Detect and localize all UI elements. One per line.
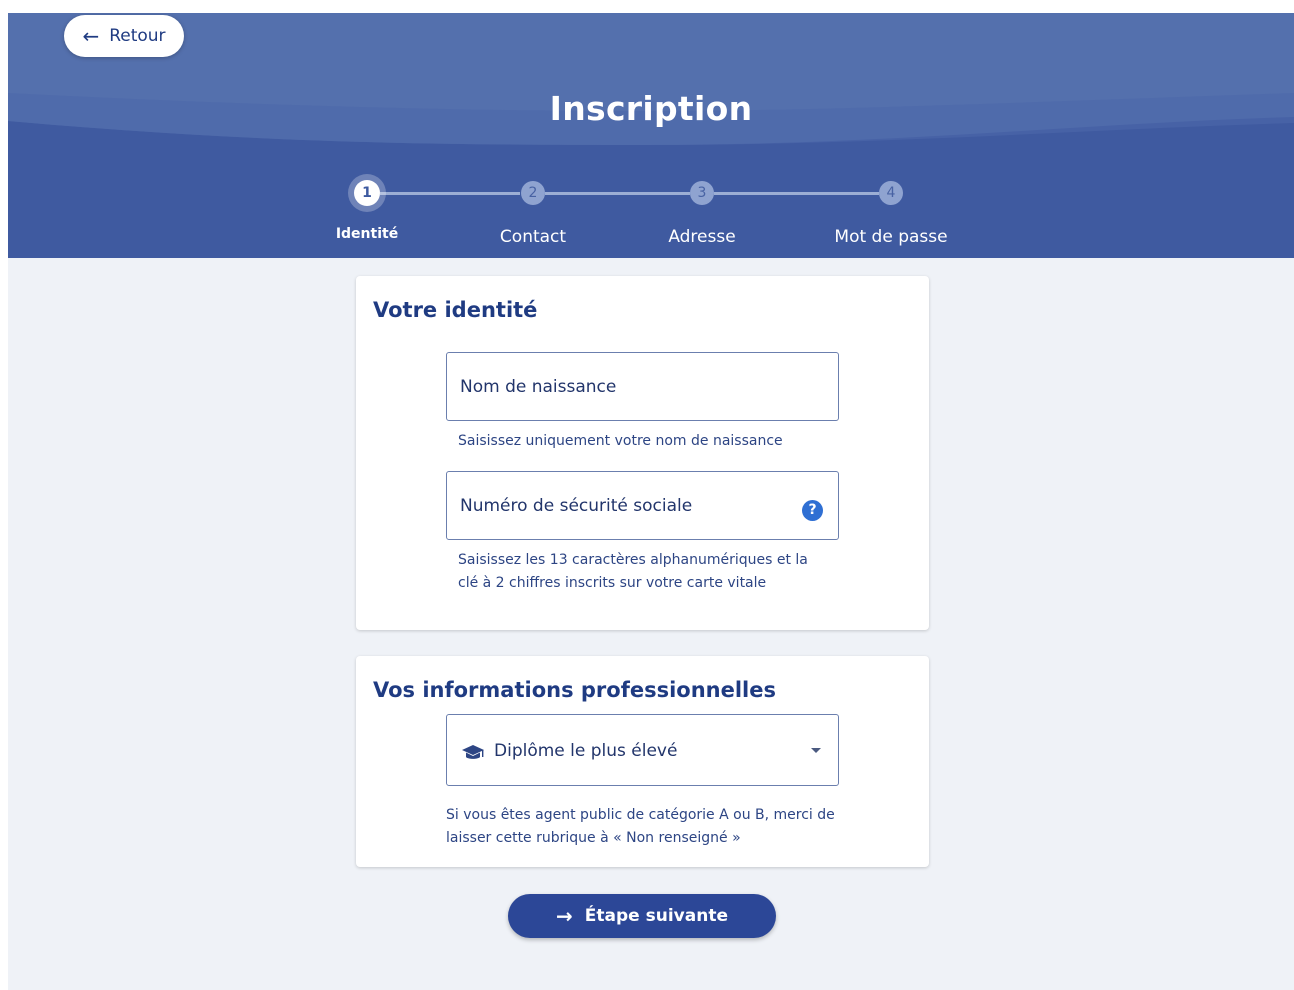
question-help-icon[interactable]: ? xyxy=(802,500,823,521)
page-frame: ← Retour Inscription 1 2 3 4 Identité Co… xyxy=(8,13,1294,990)
arrow-right-icon: → xyxy=(556,904,573,928)
chevron-down-icon xyxy=(811,748,821,753)
professional-info-card-title: Vos informations professionnelles xyxy=(373,678,776,702)
professional-info-hint-line-2: laisser cette rubrique à « Non renseigné… xyxy=(446,830,741,846)
professional-info-hint: Si vous êtes agent public de catégorie A… xyxy=(446,804,835,850)
stepper-connector-1 xyxy=(380,192,520,195)
back-button-label: Retour xyxy=(109,26,166,46)
step-2-indicator: 2 xyxy=(521,181,545,205)
social-security-hint-line-2: clé à 2 chiffres inscrits sur votre cart… xyxy=(458,575,767,591)
identity-card-title: Votre identité xyxy=(373,298,538,322)
step-2-label: Contact xyxy=(499,227,567,247)
stepper-connector-2 xyxy=(545,192,690,195)
step-3-label: Adresse xyxy=(668,227,736,247)
page-title: Inscription xyxy=(549,89,753,128)
social-security-field[interactable]: Numéro de sécurité sociale ? xyxy=(446,471,839,540)
step-1-indicator: 1 xyxy=(354,180,380,206)
header-wave-decoration xyxy=(8,93,1294,258)
page-header: ← Retour Inscription 1 2 3 4 Identité Co… xyxy=(8,13,1294,258)
social-security-hint: Saisissez les 13 caractères alphanumériq… xyxy=(458,549,808,595)
arrow-left-icon: ← xyxy=(82,24,100,48)
social-security-hint-line-1: Saisissez les 13 caractères alphanumériq… xyxy=(458,552,808,568)
identity-card: Votre identité Nom de naissance Saisisse… xyxy=(356,276,929,630)
birth-name-hint: Saisissez uniquement votre nom de naissa… xyxy=(458,433,783,449)
step-4-indicator: 4 xyxy=(879,181,903,205)
step-1-label: Identité xyxy=(335,226,399,242)
next-step-button[interactable]: → Étape suivante xyxy=(508,894,776,938)
diploma-select-label: Diplôme le plus élevé xyxy=(494,741,678,761)
step-3-indicator: 3 xyxy=(690,181,714,205)
birth-name-field[interactable]: Nom de naissance xyxy=(446,352,839,421)
professional-info-card: Vos informations professionnelles Diplôm… xyxy=(356,656,929,867)
diploma-select[interactable]: Diplôme le plus élevé xyxy=(446,714,839,786)
stepper-connector-3 xyxy=(714,192,879,195)
step-4-label: Mot de passe xyxy=(834,227,948,247)
next-step-button-label: Étape suivante xyxy=(584,906,728,926)
professional-info-hint-line-1: Si vous êtes agent public de catégorie A… xyxy=(446,807,835,823)
graduation-cap-icon xyxy=(462,745,484,759)
back-button[interactable]: ← Retour xyxy=(64,15,184,57)
birth-name-label: Nom de naissance xyxy=(460,377,617,397)
social-security-label: Numéro de sécurité sociale xyxy=(460,496,693,516)
